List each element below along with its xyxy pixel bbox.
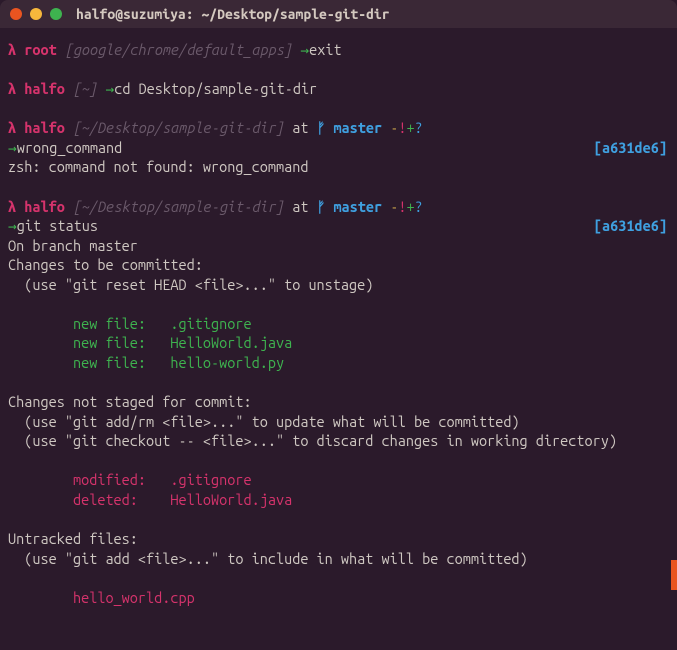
flag-untracked-icon: ? [415, 119, 423, 136]
command-line: →git status [a631de6] [8, 216, 669, 236]
git-branch-icon: ᚠ [317, 119, 334, 136]
output-line: (use "git reset HEAD <file>..." to unsta… [8, 275, 669, 295]
arrow-icon: → [105, 80, 114, 97]
git-branch: master [333, 119, 390, 136]
git-branch-icon: ᚠ [317, 198, 334, 215]
blank-line [8, 451, 669, 471]
prompt-user: halfo [24, 80, 73, 97]
output-line: (use "git add/rm <file>..." to update wh… [8, 412, 669, 432]
prompt-line: λ halfo [~] →cd Desktop/sample-git-dir [8, 79, 669, 99]
scrollbar-thumb[interactable] [671, 560, 677, 590]
prompt-user: root [24, 41, 65, 58]
output-line: Changes to be committed: [8, 255, 669, 275]
output-line: Changes not staged for commit: [8, 392, 669, 412]
blank-line [8, 60, 669, 80]
flag-modified-icon: ! [398, 198, 406, 215]
arrow-icon: → [300, 41, 309, 58]
flag-modified-icon: ! [398, 119, 406, 136]
git-branch: master [333, 198, 390, 215]
prompt-path: [~] [73, 80, 105, 97]
command-text: wrong_command [17, 139, 123, 156]
minimize-icon[interactable] [30, 8, 42, 20]
output-unstaged: hello_world.cpp [8, 588, 669, 608]
output-line: Untracked files: [8, 529, 669, 549]
window-title: halfo@suzumiya: ~/Desktop/sample-git-dir [76, 5, 390, 24]
flag-untracked-icon: ? [415, 198, 423, 215]
lambda-icon: λ [8, 198, 24, 215]
output-staged: new file: HelloWorld.java [8, 333, 669, 353]
prompt-line: λ root [google/chrome/default_apps] →exi… [8, 40, 669, 60]
prompt-line-git: λ halfo [~/Desktop/sample-git-dir] at ᚠ … [8, 197, 669, 217]
at-label: at [292, 119, 316, 136]
prompt-line-git: λ halfo [~/Desktop/sample-git-dir] at ᚠ … [8, 118, 669, 138]
output-line: On branch master [8, 236, 669, 256]
blank-line [8, 373, 669, 393]
at-label: at [292, 198, 316, 215]
output-error: zsh: command not found: wrong_command [8, 157, 669, 177]
git-hash: [a631de6] [594, 216, 669, 236]
blank-line [8, 510, 669, 530]
flag-staged-icon: + [407, 198, 415, 215]
prompt-path: [~/Desktop/sample-git-dir] [73, 119, 292, 136]
blank-line [8, 99, 669, 119]
command-line: →wrong_command [a631de6] [8, 138, 669, 158]
command-text: exit [309, 41, 341, 58]
commit-hash: a631de6 [602, 217, 659, 234]
git-status-flags: -!+? [390, 119, 423, 136]
commit-hash: a631de6 [602, 139, 659, 156]
terminal-area[interactable]: λ root [google/chrome/default_apps] →exi… [0, 28, 677, 615]
output-unstaged: modified: .gitignore [8, 470, 669, 490]
blank-line [8, 177, 669, 197]
output-staged: new file: hello-world.py [8, 353, 669, 373]
lambda-icon: λ [8, 41, 24, 58]
prompt-path: [google/chrome/default_apps] [65, 41, 300, 58]
flag-staged-icon: + [407, 119, 415, 136]
lambda-icon: λ [8, 80, 24, 97]
lambda-icon: λ [8, 119, 24, 136]
arrow-icon: → [8, 217, 17, 234]
blank-line [8, 568, 669, 588]
arrow-icon: → [8, 139, 17, 156]
maximize-icon[interactable] [50, 8, 62, 20]
command-text: git status [17, 217, 98, 234]
output-line: (use "git checkout -- <file>..." to disc… [8, 431, 669, 451]
output-unstaged: deleted: HelloWorld.java [8, 490, 669, 510]
blank-line [8, 294, 669, 314]
prompt-path: [~/Desktop/sample-git-dir] [73, 198, 292, 215]
window-titlebar: halfo@suzumiya: ~/Desktop/sample-git-dir [0, 0, 677, 28]
git-hash: [a631de6] [594, 138, 669, 158]
output-line: (use "git add <file>..." to include in w… [8, 549, 669, 569]
prompt-user: halfo [24, 119, 73, 136]
prompt-user: halfo [24, 198, 73, 215]
command-text: cd Desktop/sample-git-dir [114, 80, 317, 97]
close-icon[interactable] [10, 8, 22, 20]
window-controls [10, 8, 62, 20]
git-status-flags: -!+? [390, 198, 423, 215]
output-staged: new file: .gitignore [8, 314, 669, 334]
